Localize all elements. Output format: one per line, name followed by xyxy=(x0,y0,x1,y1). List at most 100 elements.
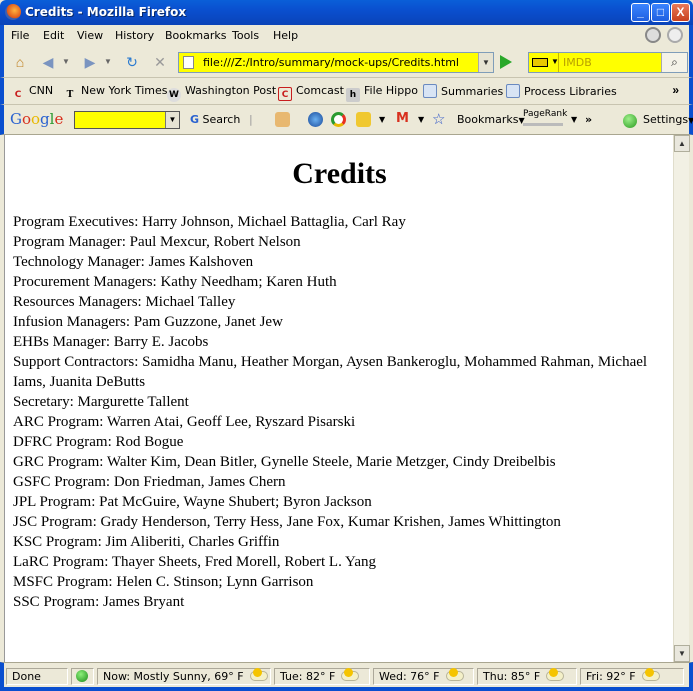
bookmark-summaries[interactable]: Summaries xyxy=(423,84,503,98)
google-g-icon: G xyxy=(190,113,200,126)
firefox-icon xyxy=(5,4,21,20)
credit-line: ARC Program: Warren Atai, Geoff Lee, Rys… xyxy=(13,414,356,430)
weather-fri[interactable]: Fri: 92° F xyxy=(580,668,684,685)
pagerank-indicator: PageRank xyxy=(523,109,567,129)
activity-icon xyxy=(667,27,683,43)
credit-line: GRC Program: Walter Kim, Dean Bitler, Gy… xyxy=(13,454,556,470)
menu-view[interactable]: View xyxy=(77,29,103,42)
settings-dropdown-icon: ▼ xyxy=(688,116,693,125)
sunny-icon xyxy=(249,668,268,681)
credit-line: DFRC Program: Rod Bogue xyxy=(13,434,184,450)
forward-history-icon[interactable]: ▼ xyxy=(104,57,112,66)
weather-thu[interactable]: Thu: 85° F xyxy=(477,668,577,685)
gmail-dropdown-icon[interactable]: ▼ xyxy=(418,115,424,124)
star-icon[interactable]: ☆ xyxy=(432,110,445,128)
navigation-toolbar: ⌂ ◀ ▼ ▶ ▼ ↻ ✕ file:///Z:/Intro/summary/m… xyxy=(0,46,693,78)
credit-line: Support Contractors: Samidha Manu, Heath… xyxy=(13,354,648,390)
back-history-icon[interactable]: ▼ xyxy=(62,57,70,66)
status-throbber-icon[interactable] xyxy=(645,27,661,43)
url-field[interactable]: file:///Z:/Intro/summary/mock-ups/Credit… xyxy=(178,52,494,73)
menu-history[interactable]: History xyxy=(115,29,154,42)
credit-line: MSFC Program: Helen C. Stinson; Lynn Gar… xyxy=(13,574,314,590)
credit-line: GSFC Program: Don Friedman, James Chern xyxy=(13,474,286,490)
bookmarks-overflow-icon[interactable]: » xyxy=(672,83,679,97)
news-icon[interactable] xyxy=(275,112,290,127)
stop-icon[interactable]: ✕ xyxy=(150,52,170,72)
globe-icon[interactable] xyxy=(308,112,323,127)
google-bookmarks-button[interactable]: Bookmarks▼ xyxy=(457,113,525,126)
bookmarks-toolbar: C CNN T New York Times W Washington Post CC… xyxy=(0,78,693,105)
scroll-down-icon[interactable]: ▼ xyxy=(674,645,690,662)
reload-icon[interactable]: ↻ xyxy=(122,52,142,72)
credits-list: Program Executives: Harry Johnson, Micha… xyxy=(13,212,661,612)
bookmark-comcast[interactable]: C Comcast xyxy=(278,84,344,101)
home-icon[interactable]: ⌂ xyxy=(10,52,30,72)
file-hippo-icon: h xyxy=(346,88,360,102)
forward-icon[interactable]: ▶ xyxy=(80,52,100,72)
puzzle-dropdown-icon[interactable]: ▼ xyxy=(379,115,385,124)
bookmark-file-hippo[interactable]: h File Hippo xyxy=(346,84,418,102)
online-status-icon[interactable] xyxy=(71,668,94,685)
sunny-icon xyxy=(641,668,660,681)
google-search-history-icon[interactable]: ▼ xyxy=(165,112,179,128)
online-indicator xyxy=(76,670,88,682)
bookmark-cnn[interactable]: C CNN xyxy=(11,84,53,102)
search-input[interactable]: IMDB xyxy=(563,56,592,69)
credit-line: Infusion Managers: Pam Guzzone, Janet Je… xyxy=(13,314,283,330)
status-text: Done xyxy=(6,668,68,685)
weather-wed[interactable]: Wed: 76° F xyxy=(373,668,474,685)
page-content: Credits Program Executives: Harry Johnso… xyxy=(4,135,673,662)
toolbar-separator: | xyxy=(249,113,253,126)
gmail-icon[interactable]: M xyxy=(396,111,409,126)
google-search-input[interactable]: ▼ xyxy=(74,111,180,129)
menu-help[interactable]: Help xyxy=(273,29,298,42)
maximize-button[interactable]: □ xyxy=(651,3,670,22)
credit-line: Resources Managers: Michael Talley xyxy=(13,294,236,310)
credit-line: JSC Program: Grady Henderson, Terry Hess… xyxy=(13,514,561,530)
engine-dropdown-icon[interactable]: ▼ xyxy=(551,57,559,66)
summaries-icon xyxy=(423,84,437,98)
menu-tools[interactable]: Tools xyxy=(232,29,259,42)
search-engine-selector[interactable]: ▼ xyxy=(529,53,559,72)
url-text[interactable]: file:///Z:/Intro/summary/mock-ups/Credit… xyxy=(203,56,459,69)
menu-bookmarks[interactable]: Bookmarks xyxy=(165,29,226,42)
credit-line: KSC Program: Jim Aliberiti, Charles Grif… xyxy=(13,534,280,550)
title-bar: Credits - Mozilla Firefox _ □ X xyxy=(0,0,693,25)
google-overflow-icon[interactable]: » xyxy=(585,113,592,126)
page-icon xyxy=(183,56,194,69)
bookmark-washington-post[interactable]: W Washington Post xyxy=(167,84,276,102)
sunny-icon xyxy=(546,668,565,681)
imdb-icon xyxy=(532,58,548,67)
close-button[interactable]: X xyxy=(671,3,690,22)
credit-line: Secretary: Margurette Tallent xyxy=(13,394,189,410)
cnn-icon: C xyxy=(14,90,22,100)
picasa-icon[interactable] xyxy=(331,112,346,127)
credit-line: Program Manager: Paul Mexcur, Robert Nel… xyxy=(13,234,301,250)
washington-post-icon: W xyxy=(167,88,181,102)
bookmark-process-libraries[interactable]: Process Libraries xyxy=(506,84,617,98)
credit-line: Technology Manager: James Kalshoven xyxy=(13,254,254,270)
credit-line: LaRC Program: Thayer Sheets, Fred Morell… xyxy=(13,554,377,570)
settings-icon[interactable] xyxy=(623,114,637,128)
back-icon[interactable]: ◀ xyxy=(38,52,58,72)
scroll-up-icon[interactable]: ▲ xyxy=(674,135,690,152)
bookmark-nytimes[interactable]: T New York Times xyxy=(63,84,168,102)
weather-now[interactable]: Now: Mostly Sunny, 69° F xyxy=(97,668,271,685)
google-search-button[interactable]: G Search xyxy=(190,113,240,126)
comcast-icon: C xyxy=(278,87,292,101)
magnifier-icon[interactable]: ⌕ xyxy=(661,53,687,72)
url-history-icon[interactable]: ▼ xyxy=(478,53,493,72)
weather-tue[interactable]: Tue: 82° F xyxy=(274,668,370,685)
vertical-scrollbar[interactable]: ▲ ▼ xyxy=(673,135,690,662)
google-logo[interactable]: Google xyxy=(10,110,63,128)
menu-file[interactable]: File xyxy=(11,29,29,42)
go-icon[interactable] xyxy=(500,55,512,69)
search-bar[interactable]: ▼ IMDB ⌕ xyxy=(528,52,688,73)
credit-line: EHBs Manager: Barry E. Jacobs xyxy=(13,334,209,350)
status-bar: Done Now: Mostly Sunny, 69° F Tue: 82° F… xyxy=(0,662,693,691)
settings-button[interactable]: Settings▼ xyxy=(643,113,693,126)
minimize-button[interactable]: _ xyxy=(631,3,650,22)
puzzle-icon[interactable] xyxy=(356,112,371,127)
pagerank-dropdown-icon[interactable]: ▼ xyxy=(571,115,577,124)
menu-edit[interactable]: Edit xyxy=(43,29,64,42)
